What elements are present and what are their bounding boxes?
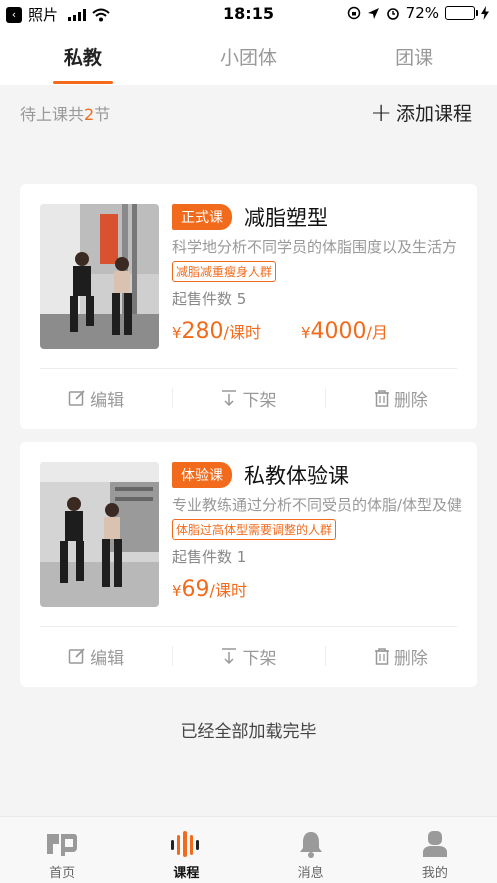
- course-type-badge: 体验课: [172, 462, 232, 488]
- nav-home-label: 首页: [49, 866, 76, 881]
- course-info: 体验课 私教体验课 专业教练通过分析不同受员的体脂/体型及健 体脂过高体型需要调…: [172, 462, 477, 602]
- pending-count: 2: [84, 105, 95, 124]
- price-unit: /课时: [223, 323, 261, 342]
- trash-icon: [374, 390, 389, 407]
- course-photo: [40, 462, 159, 607]
- pending-suffix: 节: [94, 105, 111, 124]
- price-amount: 280: [181, 319, 224, 344]
- home-logo-icon: [45, 828, 79, 860]
- divider: [40, 368, 457, 369]
- min-sale-quantity: 起售件数 1: [172, 548, 247, 566]
- course-title: 私教体验课: [244, 464, 349, 488]
- nav-home[interactable]: 首页: [0, 817, 124, 883]
- trash-icon: [374, 648, 389, 665]
- target-group-tag: 体脂过高体型需要调整的人群: [172, 519, 337, 540]
- user-icon: [418, 828, 452, 860]
- battery-icon: [445, 6, 478, 20]
- price-unit: /课时: [209, 581, 247, 600]
- course-description: 科学地分析不同学员的体脂围度以及生活方: [172, 238, 458, 256]
- tab-small-group[interactable]: 小团体: [166, 30, 332, 85]
- delete-button[interactable]: 删除: [324, 380, 477, 416]
- price-per-month: ¥4000/月: [301, 319, 388, 344]
- price-amount: 69: [181, 577, 210, 602]
- top-tabs: 私教 小团体 团课: [0, 30, 497, 85]
- delete-button[interactable]: 删除: [324, 638, 477, 674]
- course-card[interactable]: 正式课 减脂塑型 科学地分析不同学员的体脂围度以及生活方 减脂减重瘦身人群 起售…: [20, 184, 477, 429]
- all-loaded-message: 已经全部加载完毕: [180, 722, 317, 742]
- course-photo: [40, 204, 159, 349]
- min-sale-quantity: 起售件数 5: [172, 290, 247, 308]
- alarm-icon: [386, 8, 399, 20]
- price-row: ¥69/课时: [172, 577, 477, 602]
- offshelf-label: 下架: [242, 648, 277, 669]
- plus-icon: +: [370, 97, 392, 128]
- edit-button[interactable]: 编辑: [20, 380, 172, 416]
- course-card[interactable]: 体验课 私教体验课 专业教练通过分析不同受员的体脂/体型及健 体脂过高体型需要调…: [20, 442, 477, 687]
- bell-icon: [294, 828, 328, 860]
- offshelf-label: 下架: [242, 390, 277, 411]
- nav-messages-label: 消息: [297, 866, 324, 881]
- add-course-label: 添加课程: [395, 103, 472, 125]
- price-unit: /月: [366, 323, 388, 342]
- add-course-button[interactable]: + 添加课程: [370, 99, 472, 126]
- status-bar-right: 72%: [347, 4, 489, 22]
- rotation-lock-icon: [347, 6, 360, 20]
- delete-label: 删除: [393, 648, 428, 669]
- tab-private[interactable]: 私教: [0, 30, 166, 85]
- course-bars-icon: [169, 828, 203, 860]
- location-icon: [367, 7, 379, 19]
- nav-courses-label: 课程: [173, 866, 200, 881]
- charging-bolt-icon: [481, 6, 489, 20]
- offshelf-button[interactable]: 下架: [172, 638, 324, 674]
- price-per-session: ¥280/课时: [172, 319, 261, 344]
- currency-symbol: ¥: [172, 582, 182, 600]
- course-actions: 编辑 下架 删除: [20, 380, 477, 416]
- pending-prefix: 待上课共: [20, 105, 85, 124]
- pending-classes: 待上课共2节: [20, 101, 110, 125]
- delete-label: 删除: [393, 390, 428, 411]
- nav-profile-label: 我的: [421, 866, 448, 881]
- bottom-nav: 首页 课程 消息 我的: [0, 816, 497, 883]
- course-type-badge: 正式课: [172, 204, 232, 230]
- course-actions: 编辑 下架 删除: [20, 638, 477, 674]
- edit-icon: [68, 390, 85, 406]
- edit-label: 编辑: [90, 390, 125, 411]
- currency-symbol: ¥: [300, 324, 311, 342]
- download-arrow-icon: [222, 390, 237, 407]
- nav-profile[interactable]: 我的: [373, 817, 497, 883]
- currency-symbol: ¥: [172, 324, 182, 342]
- edit-button[interactable]: 编辑: [20, 638, 172, 674]
- battery-percent: 72%: [405, 4, 439, 22]
- nav-courses[interactable]: 课程: [124, 817, 248, 883]
- edit-label: 编辑: [90, 648, 125, 669]
- status-bar: ‹ 照片 18:15 72%: [0, 0, 497, 30]
- course-info: 正式课 减脂塑型 科学地分析不同学员的体脂围度以及生活方 减脂减重瘦身人群 起售…: [172, 204, 477, 344]
- nav-messages[interactable]: 消息: [249, 817, 373, 883]
- divider: [40, 626, 457, 627]
- price-amount: 4000: [310, 319, 367, 344]
- price-per-session: ¥69/课时: [172, 577, 247, 602]
- price-row: ¥280/课时 ¥4000/月: [172, 319, 477, 344]
- edit-icon: [68, 648, 85, 664]
- target-group-tag: 减脂减重瘦身人群: [172, 261, 277, 282]
- course-description: 专业教练通过分析不同受员的体脂/体型及健: [172, 496, 463, 514]
- tab-group-class[interactable]: 团课: [331, 30, 497, 85]
- offshelf-button[interactable]: 下架: [172, 380, 324, 416]
- course-title: 减脂塑型: [244, 206, 328, 230]
- download-arrow-icon: [222, 648, 237, 665]
